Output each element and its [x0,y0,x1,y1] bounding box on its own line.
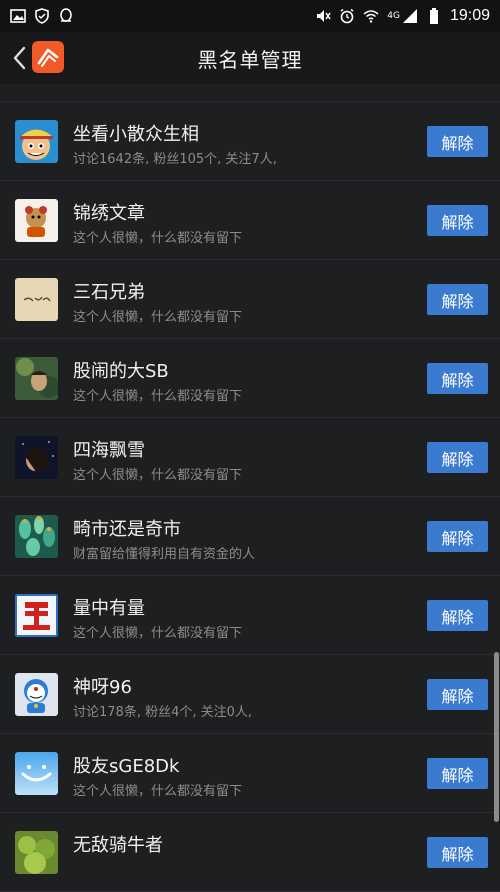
unblock-button[interactable]: 解除 [427,837,488,868]
avatar [15,673,58,716]
user-desc: 财富留给懂得利用自有资金的人 [73,547,256,562]
avatar [15,831,58,874]
unblock-button[interactable]: 解除 [427,205,488,236]
wifi-icon [363,8,379,24]
avatar [15,199,58,242]
user-name: 神呀96 [73,677,132,698]
list-item: 神呀96 讨论178条, 粉丝4个, 关注0人, 解除 [0,655,500,734]
scrollbar-thumb[interactable] [494,652,499,822]
page-title: 黑名单管理 [197,48,303,72]
user-desc: 这个人很懒，什么都没有留下 [73,784,243,799]
unblock-button[interactable]: 解除 [427,758,488,789]
user-desc: 这个人很懒，什么都没有留下 [73,468,243,483]
unblock-button[interactable]: 解除 [427,679,488,710]
avatar [15,515,58,558]
avatar [15,436,58,479]
unblock-button[interactable]: 解除 [427,284,488,315]
user-desc: 这个人很懒，什么都没有留下 [73,310,243,325]
user-name: 三石兄弟 [73,282,145,303]
list-item: 股闹的大SB 这个人很懒，什么都没有留下 解除 [0,339,500,418]
blacklist: 坐看小散众生相 讨论1642条, 粉丝105个, 关注7人, 解除 锦绣文章 这… [0,101,500,892]
user-desc: 讨论1642条, 粉丝105个, 关注7人, [73,152,277,167]
list-item: 三石兄弟 这个人很懒，什么都没有留下 解除 [0,260,500,339]
user-desc: 讨论178条, 粉丝4个, 关注0人, [73,705,253,720]
status-left-icons [10,8,74,24]
user-desc: 这个人很懒，什么都没有留下 [73,389,243,404]
avatar [15,594,58,637]
image-icon [10,8,26,24]
user-name: 畸市还是奇市 [73,519,181,540]
list-item: 四海飘雪 这个人很懒，什么都没有留下 解除 [0,418,500,497]
user-name: 量中有量 [73,598,145,619]
status-bar: 4G 19:09 [0,0,500,32]
unblock-button[interactable]: 解除 [427,521,488,552]
unblock-button[interactable]: 解除 [427,126,488,157]
avatar [15,278,58,321]
user-name: 股闹的大SB [73,361,169,382]
status-time: 19:09 [449,7,490,24]
user-name: 四海飘雪 [73,440,145,461]
unblock-button[interactable]: 解除 [427,600,488,631]
unblock-button[interactable]: 解除 [427,442,488,473]
list-item: 锦绣文章 这个人很懒，什么都没有留下 解除 [0,181,500,260]
user-desc: 这个人很懒，什么都没有留下 [73,231,243,246]
mute-icon [315,8,331,24]
alarm-icon [339,8,355,24]
qq-penguin-icon [58,8,74,24]
status-right-icons: 4G 19:09 [315,7,490,25]
avatar [15,752,58,795]
list-item: 股友sGE8Dk 这个人很懒，什么都没有留下 解除 [0,734,500,813]
list-item: 无敌骑牛者 解除 [0,813,500,892]
list-item: 畸市还是奇市 财富留给懂得利用自有资金的人 解除 [0,497,500,576]
shield-icon [34,8,50,24]
avatar [15,120,58,163]
avatar [15,357,58,400]
list-item: 坐看小散众生相 讨论1642条, 粉丝105个, 关注7人, 解除 [0,102,500,181]
user-name: 锦绣文章 [73,203,145,224]
user-name: 股友sGE8Dk [73,756,180,777]
battery-icon [426,8,442,24]
user-name: 坐看小散众生相 [73,124,199,145]
user-desc: 这个人很懒，什么都没有留下 [73,626,243,641]
unblock-button[interactable]: 解除 [427,363,488,394]
list-item: 量中有量 这个人很懒，什么都没有留下 解除 [0,576,500,655]
user-name: 无敌骑牛者 [73,835,163,856]
network-type: 4G [387,11,400,21]
signal-icon [402,8,418,24]
